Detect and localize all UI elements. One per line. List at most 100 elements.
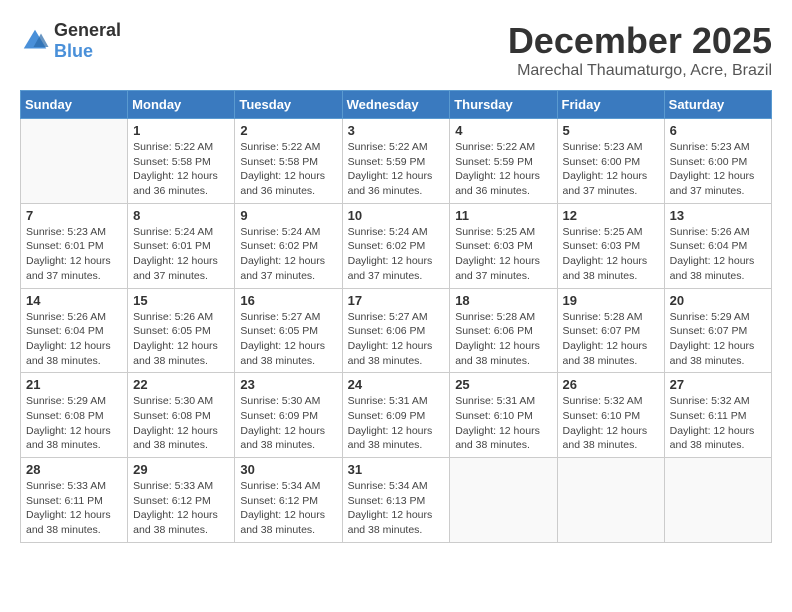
day-number: 29 [133, 462, 229, 477]
day-info: Sunrise: 5:27 AMSunset: 6:05 PMDaylight:… [240, 310, 336, 369]
day-number: 11 [455, 208, 551, 223]
page-header: General Blue December 2025 Marechal Thau… [20, 20, 772, 80]
weekday-header-friday: Friday [557, 91, 664, 119]
day-info: Sunrise: 5:24 AMSunset: 6:02 PMDaylight:… [348, 225, 445, 284]
day-info: Sunrise: 5:23 AMSunset: 6:01 PMDaylight:… [26, 225, 122, 284]
day-info: Sunrise: 5:29 AMSunset: 6:07 PMDaylight:… [670, 310, 766, 369]
calendar-week-row: 1 Sunrise: 5:22 AMSunset: 5:58 PMDayligh… [21, 119, 772, 204]
calendar-day-cell: 25 Sunrise: 5:31 AMSunset: 6:10 PMDaylig… [450, 373, 557, 458]
day-info: Sunrise: 5:28 AMSunset: 6:06 PMDaylight:… [455, 310, 551, 369]
day-info: Sunrise: 5:32 AMSunset: 6:11 PMDaylight:… [670, 394, 766, 453]
day-number: 1 [133, 123, 229, 138]
day-info: Sunrise: 5:22 AMSunset: 5:59 PMDaylight:… [455, 140, 551, 199]
calendar-day-cell: 1 Sunrise: 5:22 AMSunset: 5:58 PMDayligh… [128, 119, 235, 204]
day-number: 18 [455, 293, 551, 308]
calendar-day-cell: 15 Sunrise: 5:26 AMSunset: 6:05 PMDaylig… [128, 288, 235, 373]
day-number: 6 [670, 123, 766, 138]
day-info: Sunrise: 5:26 AMSunset: 6:04 PMDaylight:… [26, 310, 122, 369]
calendar-day-cell [664, 458, 771, 543]
day-number: 15 [133, 293, 229, 308]
calendar-day-cell [557, 458, 664, 543]
day-info: Sunrise: 5:23 AMSunset: 6:00 PMDaylight:… [563, 140, 659, 199]
weekday-header-row: SundayMondayTuesdayWednesdayThursdayFrid… [21, 91, 772, 119]
day-number: 4 [455, 123, 551, 138]
day-number: 13 [670, 208, 766, 223]
calendar-day-cell: 3 Sunrise: 5:22 AMSunset: 5:59 PMDayligh… [342, 119, 450, 204]
day-number: 10 [348, 208, 445, 223]
calendar-day-cell: 29 Sunrise: 5:33 AMSunset: 6:12 PMDaylig… [128, 458, 235, 543]
day-number: 31 [348, 462, 445, 477]
calendar-day-cell: 27 Sunrise: 5:32 AMSunset: 6:11 PMDaylig… [664, 373, 771, 458]
day-number: 28 [26, 462, 122, 477]
day-number: 27 [670, 377, 766, 392]
day-info: Sunrise: 5:31 AMSunset: 6:09 PMDaylight:… [348, 394, 445, 453]
calendar-day-cell: 14 Sunrise: 5:26 AMSunset: 6:04 PMDaylig… [21, 288, 128, 373]
calendar-day-cell: 24 Sunrise: 5:31 AMSunset: 6:09 PMDaylig… [342, 373, 450, 458]
weekday-header-monday: Monday [128, 91, 235, 119]
day-info: Sunrise: 5:26 AMSunset: 6:04 PMDaylight:… [670, 225, 766, 284]
day-info: Sunrise: 5:23 AMSunset: 6:00 PMDaylight:… [670, 140, 766, 199]
calendar-table: SundayMondayTuesdayWednesdayThursdayFrid… [20, 90, 772, 543]
calendar-day-cell: 28 Sunrise: 5:33 AMSunset: 6:11 PMDaylig… [21, 458, 128, 543]
day-info: Sunrise: 5:33 AMSunset: 6:12 PMDaylight:… [133, 479, 229, 538]
day-info: Sunrise: 5:34 AMSunset: 6:12 PMDaylight:… [240, 479, 336, 538]
weekday-header-sunday: Sunday [21, 91, 128, 119]
day-number: 5 [563, 123, 659, 138]
day-info: Sunrise: 5:26 AMSunset: 6:05 PMDaylight:… [133, 310, 229, 369]
day-number: 3 [348, 123, 445, 138]
day-info: Sunrise: 5:27 AMSunset: 6:06 PMDaylight:… [348, 310, 445, 369]
day-info: Sunrise: 5:25 AMSunset: 6:03 PMDaylight:… [563, 225, 659, 284]
day-number: 14 [26, 293, 122, 308]
calendar-day-cell: 20 Sunrise: 5:29 AMSunset: 6:07 PMDaylig… [664, 288, 771, 373]
calendar-week-row: 28 Sunrise: 5:33 AMSunset: 6:11 PMDaylig… [21, 458, 772, 543]
day-info: Sunrise: 5:33 AMSunset: 6:11 PMDaylight:… [26, 479, 122, 538]
day-info: Sunrise: 5:34 AMSunset: 6:13 PMDaylight:… [348, 479, 445, 538]
calendar-day-cell: 5 Sunrise: 5:23 AMSunset: 6:00 PMDayligh… [557, 119, 664, 204]
calendar-day-cell: 7 Sunrise: 5:23 AMSunset: 6:01 PMDayligh… [21, 203, 128, 288]
day-info: Sunrise: 5:22 AMSunset: 5:58 PMDaylight:… [240, 140, 336, 199]
day-number: 20 [670, 293, 766, 308]
day-info: Sunrise: 5:28 AMSunset: 6:07 PMDaylight:… [563, 310, 659, 369]
month-title: December 2025 [508, 20, 772, 62]
day-info: Sunrise: 5:29 AMSunset: 6:08 PMDaylight:… [26, 394, 122, 453]
calendar-day-cell: 13 Sunrise: 5:26 AMSunset: 6:04 PMDaylig… [664, 203, 771, 288]
calendar-day-cell: 6 Sunrise: 5:23 AMSunset: 6:00 PMDayligh… [664, 119, 771, 204]
calendar-day-cell: 2 Sunrise: 5:22 AMSunset: 5:58 PMDayligh… [235, 119, 342, 204]
day-info: Sunrise: 5:22 AMSunset: 5:59 PMDaylight:… [348, 140, 445, 199]
day-number: 12 [563, 208, 659, 223]
logo-general-text: General [54, 20, 121, 40]
day-number: 26 [563, 377, 659, 392]
day-number: 9 [240, 208, 336, 223]
calendar-week-row: 14 Sunrise: 5:26 AMSunset: 6:04 PMDaylig… [21, 288, 772, 373]
calendar-day-cell: 16 Sunrise: 5:27 AMSunset: 6:05 PMDaylig… [235, 288, 342, 373]
calendar-day-cell [450, 458, 557, 543]
calendar-day-cell: 10 Sunrise: 5:24 AMSunset: 6:02 PMDaylig… [342, 203, 450, 288]
logo-icon [20, 26, 50, 56]
calendar-day-cell: 17 Sunrise: 5:27 AMSunset: 6:06 PMDaylig… [342, 288, 450, 373]
day-info: Sunrise: 5:24 AMSunset: 6:01 PMDaylight:… [133, 225, 229, 284]
calendar-week-row: 21 Sunrise: 5:29 AMSunset: 6:08 PMDaylig… [21, 373, 772, 458]
weekday-header-thursday: Thursday [450, 91, 557, 119]
day-number: 21 [26, 377, 122, 392]
day-info: Sunrise: 5:22 AMSunset: 5:58 PMDaylight:… [133, 140, 229, 199]
calendar-day-cell: 30 Sunrise: 5:34 AMSunset: 6:12 PMDaylig… [235, 458, 342, 543]
day-info: Sunrise: 5:30 AMSunset: 6:09 PMDaylight:… [240, 394, 336, 453]
title-area: December 2025 Marechal Thaumaturgo, Acre… [508, 20, 772, 80]
day-number: 17 [348, 293, 445, 308]
day-number: 19 [563, 293, 659, 308]
location-title: Marechal Thaumaturgo, Acre, Brazil [508, 62, 772, 80]
day-number: 22 [133, 377, 229, 392]
day-number: 24 [348, 377, 445, 392]
day-number: 7 [26, 208, 122, 223]
calendar-day-cell: 19 Sunrise: 5:28 AMSunset: 6:07 PMDaylig… [557, 288, 664, 373]
calendar-day-cell: 26 Sunrise: 5:32 AMSunset: 6:10 PMDaylig… [557, 373, 664, 458]
calendar-day-cell: 8 Sunrise: 5:24 AMSunset: 6:01 PMDayligh… [128, 203, 235, 288]
calendar-day-cell: 31 Sunrise: 5:34 AMSunset: 6:13 PMDaylig… [342, 458, 450, 543]
weekday-header-wednesday: Wednesday [342, 91, 450, 119]
day-number: 2 [240, 123, 336, 138]
calendar-day-cell: 22 Sunrise: 5:30 AMSunset: 6:08 PMDaylig… [128, 373, 235, 458]
day-number: 8 [133, 208, 229, 223]
weekday-header-saturday: Saturday [664, 91, 771, 119]
day-number: 25 [455, 377, 551, 392]
calendar-day-cell: 9 Sunrise: 5:24 AMSunset: 6:02 PMDayligh… [235, 203, 342, 288]
